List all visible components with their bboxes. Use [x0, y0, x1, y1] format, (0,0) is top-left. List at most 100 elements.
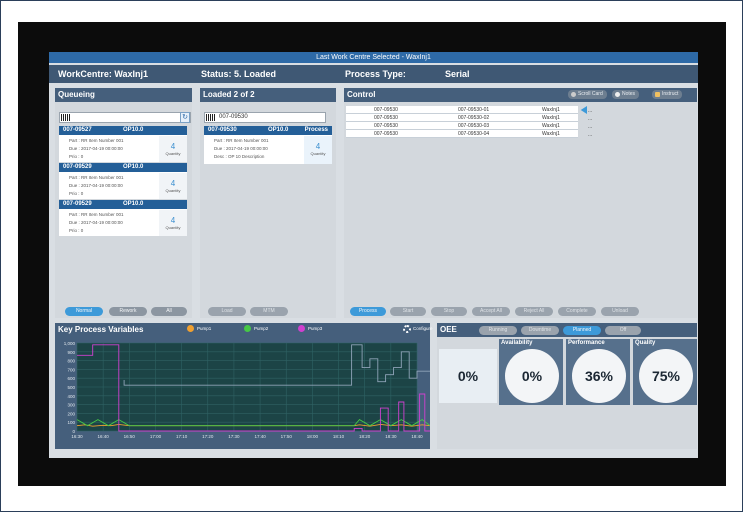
planned-tab[interactable]: Planned — [563, 326, 601, 335]
instruct-button[interactable]: Instruct — [652, 90, 683, 99]
due-line: Due : 2017-04-19 00:00:00 — [69, 146, 123, 151]
part-line: Part : RR Item Number 001 — [214, 138, 269, 143]
queue-card[interactable]: 007-09529 OP10.0 Part : RR Item Number 00… — [59, 200, 187, 236]
quantity-value: 4 — [170, 179, 176, 188]
op-number: OP10.0 — [123, 127, 144, 133]
queue-card[interactable]: 007-09529 OP10.0 Part : RR Item Number 00… — [59, 163, 187, 199]
accept-all-button[interactable]: Accept All — [472, 307, 510, 316]
x-tick-label: 17:40 — [254, 434, 266, 439]
x-tick-label: 17:20 — [202, 434, 214, 439]
table-row[interactable]: 007-09530 007-09530-01 WaxInj1 — [346, 106, 578, 114]
running-tab[interactable]: Running — [479, 326, 517, 335]
configure-button[interactable]: Configure — [413, 326, 433, 331]
normal-button[interactable]: Normal — [65, 307, 103, 316]
part-line: Part : RR Item Number 001 — [69, 138, 124, 143]
off-tab[interactable]: Off — [605, 326, 641, 335]
rework-button[interactable]: Rework — [109, 307, 147, 316]
loaded-card[interactable]: 007-09530 OP10.0 Process Part : RR Item Nu… — [204, 126, 332, 164]
notes-icon — [615, 92, 620, 97]
y-tick-label: 200 — [67, 411, 75, 416]
control-panel: Control Scroll Card Notes Instruct 007-0… — [344, 88, 697, 318]
barcode-icon — [61, 114, 71, 121]
order-number: 007-09527 — [63, 127, 92, 133]
quantity-value: 4 — [170, 142, 176, 151]
x-tick-label: 16:30 — [71, 434, 83, 439]
row-menu-dots[interactable]: ... — [588, 116, 592, 122]
availability-value: 0% — [505, 349, 559, 403]
kpv-panel: Key Process Variables Pump1 Pump2 Pump3 … — [55, 323, 433, 449]
quantity-value: 4 — [315, 142, 321, 151]
x-tick-label: 18:10 — [333, 434, 345, 439]
x-tick-label: 18:30 — [385, 434, 397, 439]
prio-line: Prio : 0 — [69, 228, 84, 233]
mtm-button[interactable]: MTM — [250, 307, 288, 316]
control-title: Control — [344, 88, 697, 102]
y-tick-label: 400 — [67, 394, 75, 399]
x-tick-label: 18:40 — [411, 434, 423, 439]
order-number: 007-09529 — [63, 164, 92, 170]
queue-card[interactable]: 007-09527 OP10.0 Part : RR Item Number 00… — [59, 126, 187, 162]
start-button[interactable]: Start — [390, 307, 426, 316]
refresh-icon[interactable]: ↻ — [180, 112, 190, 123]
loaded-panel: Loaded 2 of 2 007-09530 007-09530 OP10.0 P… — [200, 88, 336, 318]
workcentre-label: WorkCentre: WaxInj1 — [58, 69, 149, 79]
performance-value: 36% — [572, 349, 626, 403]
y-tick-label: 700 — [67, 367, 75, 372]
gear-icon[interactable] — [403, 325, 411, 333]
table-row[interactable]: 007-09530 007-09530-04 WaxInj1 — [346, 130, 578, 138]
x-tick-label: 16:50 — [124, 434, 136, 439]
oee-total-value: 0% — [439, 349, 497, 403]
x-tick-label: 17:30 — [228, 434, 240, 439]
y-tick-label: 800 — [67, 359, 75, 364]
row-menu-dots[interactable]: ... — [588, 124, 592, 130]
all-button[interactable]: All — [151, 307, 187, 316]
due-line: Due : 2017-04-19 00:00:00 — [69, 183, 123, 188]
notes-button[interactable]: Notes — [612, 90, 640, 99]
kpv-title: Key Process Variables — [55, 323, 430, 337]
table-row[interactable]: 007-09530 007-09530-02 WaxInj1 — [346, 114, 578, 122]
instruct-icon — [655, 92, 660, 97]
order-number: 007-09529 — [63, 201, 92, 207]
op-number: OP10.0 — [123, 164, 144, 170]
part-line: Part : RR Item Number 001 — [69, 212, 124, 217]
availability-label: Availability — [501, 340, 533, 346]
row-pointer-icon — [580, 106, 587, 114]
x-tick-label: 17:50 — [281, 434, 293, 439]
unload-button[interactable]: Unload — [601, 307, 639, 316]
status-label: Status: 5. Loaded — [201, 69, 277, 79]
barcode-icon — [206, 114, 216, 121]
process-tag: Process — [304, 127, 328, 133]
complete-button[interactable]: Complete — [558, 307, 596, 316]
scroll-card-button[interactable]: Scroll Card — [568, 90, 607, 99]
stop-button[interactable]: Stop — [431, 307, 467, 316]
y-tick-label: 600 — [67, 376, 75, 381]
quantity-label: Quantity — [165, 225, 181, 230]
performance-tile: Performance 36% — [566, 339, 630, 405]
legend-pump1: Pump1 — [187, 325, 211, 332]
load-button[interactable]: Load — [208, 307, 246, 316]
quantity-value: 4 — [170, 216, 176, 225]
table-row[interactable]: 007-09530 007-09530-03 WaxInj1 — [346, 122, 578, 130]
x-tick-label: 17:00 — [150, 434, 162, 439]
y-tick-label: 1,000 — [64, 341, 76, 346]
prio-line: Prio : 0 — [69, 191, 84, 196]
x-tick-label: 18:20 — [359, 434, 371, 439]
queueing-title: Queueing — [55, 88, 192, 102]
row-menu-dots[interactable]: ... — [588, 132, 592, 138]
process-type-label: Process Type: — [345, 69, 406, 79]
legend-pump2: Pump2 — [244, 325, 268, 332]
control-table: 007-09530 007-09530-01 WaxInj1 007-09530 00… — [346, 106, 578, 138]
process-button[interactable]: Process — [350, 307, 386, 316]
x-tick-label: 16:40 — [98, 434, 110, 439]
legend-pump3: Pump3 — [298, 325, 322, 332]
row-menu-dots[interactable]: ... — [588, 108, 592, 114]
downtime-tab[interactable]: Downtime — [521, 326, 559, 335]
queueing-panel: Queueing ↻ 007-09527 OP10.0 Part : RR Ite… — [55, 88, 192, 318]
window-title: Last Work Centre Selected - WaxInj1 — [49, 52, 698, 63]
loaded-search-input[interactable]: 007-09530 — [204, 112, 326, 123]
availability-tile: Availability 0% — [499, 339, 563, 405]
reject-all-button[interactable]: Reject All — [515, 307, 553, 316]
queue-search-input[interactable]: ↻ — [59, 112, 191, 123]
quality-label: Quality — [635, 340, 656, 346]
quality-value: 75% — [639, 349, 693, 403]
